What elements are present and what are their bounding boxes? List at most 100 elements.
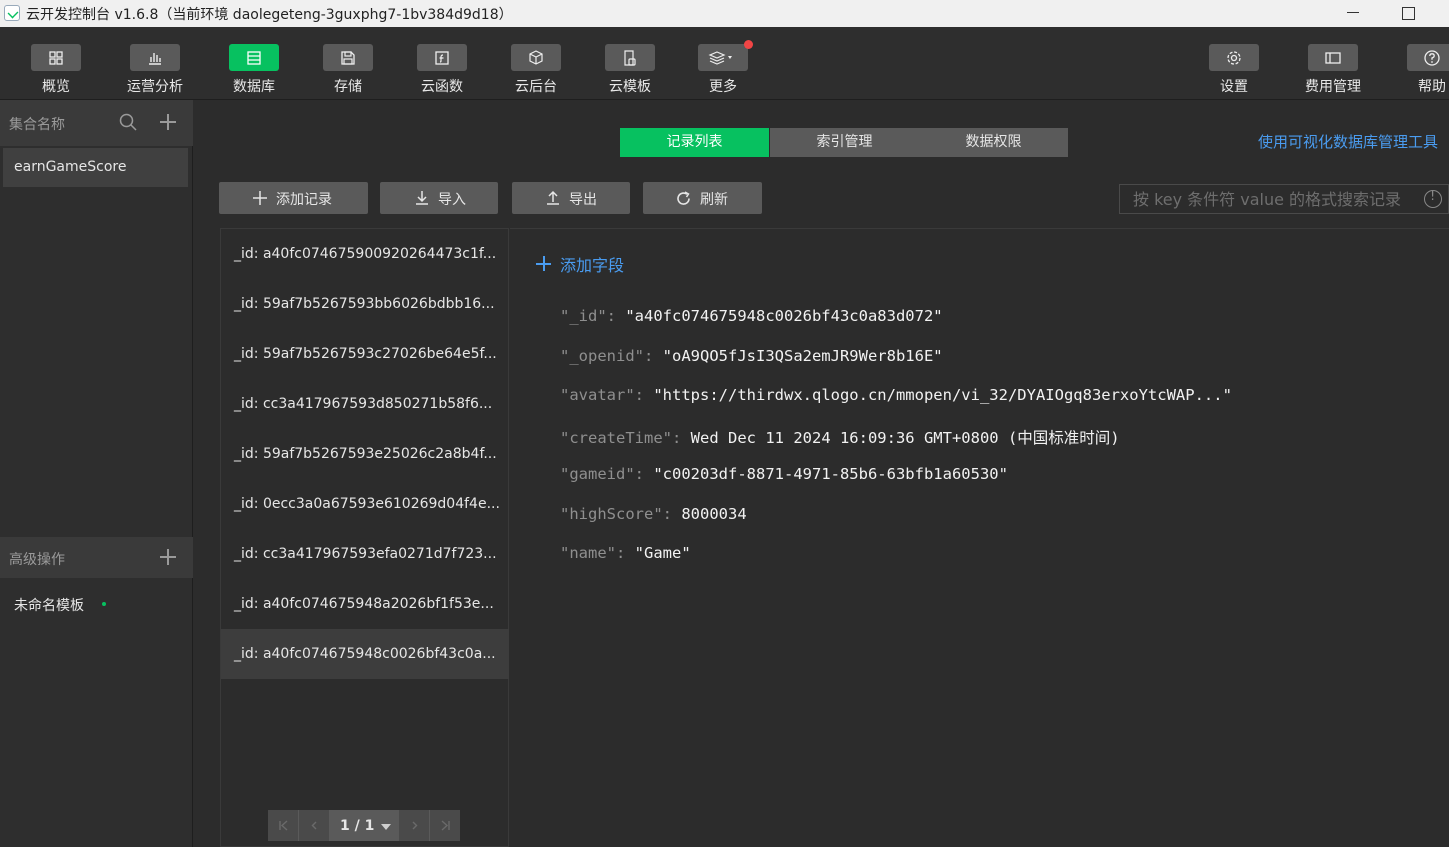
add-template-icon[interactable]: [158, 547, 178, 567]
field-row[interactable]: "_id": "a40fc074675948c0026bf43c0a83d072…: [560, 307, 943, 325]
refresh-icon: [677, 191, 690, 205]
record-item[interactable]: _id: cc3a417967593efa0271d7f723...: [221, 529, 509, 579]
template-item[interactable]: 未命名模板: [3, 584, 188, 623]
tab-permissions[interactable]: 数据权限: [919, 128, 1068, 157]
visual-db-tool-link[interactable]: 使用可视化数据库管理工具: [1258, 131, 1438, 152]
layers-icon: [708, 51, 732, 65]
field-key: "gameid":: [560, 465, 644, 483]
advanced-header-label: 高级操作: [9, 552, 65, 568]
window-titlebar: 云开发控制台 v1.6.8（当前环境 daolegeteng-3guxphg7-…: [0, 0, 1449, 27]
refresh-label: 刷新: [700, 192, 728, 208]
field-row[interactable]: "gameid": "c00203df-8871-4971-85b6-63bfb…: [560, 465, 1008, 483]
toolbar-label: 帮助: [1418, 79, 1446, 95]
import-button[interactable]: 导入: [380, 182, 498, 214]
toolbar-label: 数据库: [233, 79, 275, 95]
main-toolbar: 概览 运营分析 数据库 存储 云函数 云后台 云模板 更多 设置 费用管理 帮助: [0, 27, 1449, 100]
field-value: "a40fc074675948c0026bf43c0a83d072": [625, 307, 943, 325]
toolbar-label: 费用管理: [1305, 79, 1361, 95]
record-item[interactable]: _id: a40fc074675900920264473c1f...: [221, 229, 509, 279]
last-page-button[interactable]: [430, 810, 460, 841]
minimize-button[interactable]: [1330, 0, 1376, 27]
last-page-icon: [441, 820, 450, 831]
field-key: "_openid":: [560, 347, 654, 365]
toolbar-analytics-button[interactable]: 运营分析: [115, 42, 195, 98]
toolbar-label: 概览: [42, 79, 70, 95]
record-search-box: [1119, 184, 1449, 214]
toolbar-more-button[interactable]: 更多: [683, 40, 763, 98]
field-row[interactable]: "createTime": Wed Dec 11 2024 16:09:36 G…: [560, 426, 1120, 448]
collection-item[interactable]: earnGameScore: [3, 148, 188, 187]
toolbar-label: 云模板: [609, 79, 651, 95]
toolbar-settings-button[interactable]: 设置: [1194, 42, 1274, 98]
toolbar-functions-button[interactable]: 云函数: [402, 42, 482, 98]
gear-icon: [1227, 51, 1241, 65]
tab-records[interactable]: 记录列表: [620, 128, 769, 157]
field-row[interactable]: "_openid": "oA9QO5fJsI3QSa2emJR9Wer8b16E…: [560, 347, 943, 365]
record-item-id: _id: 59af7b5267593c27026be64e5f...: [234, 346, 497, 362]
toolbar-label: 存储: [334, 79, 362, 95]
tab-index[interactable]: 索引管理: [770, 128, 919, 157]
chevron-right-icon: [412, 821, 418, 830]
status-dot: [102, 602, 106, 606]
search-icon[interactable]: [118, 112, 138, 132]
collections-header-label: 集合名称: [9, 117, 65, 133]
toolbar-backend-button[interactable]: 云后台: [496, 42, 576, 98]
field-value: 8000034: [681, 505, 747, 523]
database-icon: [247, 51, 261, 65]
field-key: "name":: [560, 544, 626, 562]
field-key: "createTime":: [560, 429, 682, 447]
record-item[interactable]: _id: 59af7b5267593e25026c2a8b4f...: [221, 429, 509, 479]
next-page-button[interactable]: [399, 810, 429, 841]
field-value: "https://thirdwx.qlogo.cn/mmopen/vi_32/D…: [653, 386, 1232, 404]
import-label: 导入: [438, 192, 466, 208]
template-icon: [624, 50, 636, 66]
toolbar-overview-button[interactable]: 概览: [16, 42, 96, 98]
toolbar-templates-button[interactable]: 云模板: [590, 42, 670, 98]
toolbar-label: 云后台: [515, 79, 557, 95]
toolbar-storage-button[interactable]: 存储: [308, 42, 388, 98]
field-row[interactable]: "avatar": "https://thirdwx.qlogo.cn/mmop…: [560, 386, 1232, 404]
add-record-label: 添加记录: [276, 192, 332, 208]
advanced-header: 高级操作: [0, 537, 193, 578]
page-indicator: 1 / 1: [340, 818, 375, 834]
toolbar-database-button[interactable]: 数据库: [214, 42, 294, 98]
grid-icon: [49, 51, 63, 65]
record-list: _id: a40fc074675900920264473c1f... _id: …: [220, 228, 509, 847]
record-item-id: _id: a40fc074675948a2026bf1f53e...: [234, 596, 494, 612]
record-item[interactable]: _id: 0ecc3a0a67593e610269d04f4e...: [221, 479, 509, 529]
pagination: 1 / 1: [268, 810, 460, 841]
record-item[interactable]: _id: a40fc074675948a2026bf1f53e...: [221, 579, 509, 629]
collection-item-label: earnGameScore: [14, 159, 127, 175]
maximize-button[interactable]: [1385, 0, 1431, 27]
record-item[interactable]: _id: cc3a417967593d850271b58f6...: [221, 379, 509, 429]
toolbar-label: 运营分析: [127, 79, 183, 95]
toolbar-billing-button[interactable]: 费用管理: [1293, 42, 1373, 98]
download-icon: [416, 191, 428, 205]
toolbar-label: 云函数: [421, 79, 463, 95]
add-record-button[interactable]: 添加记录: [219, 182, 368, 214]
prev-page-button[interactable]: [299, 810, 329, 841]
chevron-down-icon[interactable]: [381, 824, 391, 830]
info-icon[interactable]: [1424, 189, 1442, 208]
plus-icon: [253, 191, 267, 205]
export-button[interactable]: 导出: [512, 182, 630, 214]
field-row[interactable]: "name": "Game": [560, 544, 691, 562]
refresh-button[interactable]: 刷新: [643, 182, 762, 214]
record-item-id: _id: 0ecc3a0a67593e610269d04f4e...: [234, 496, 500, 512]
billing-icon: [1325, 52, 1341, 64]
chevron-left-icon: [311, 821, 317, 830]
export-label: 导出: [569, 192, 597, 208]
toolbar-help-button[interactable]: 帮助: [1392, 42, 1449, 98]
record-search-input[interactable]: [1120, 185, 1410, 213]
record-item-id: _id: a40fc074675900920264473c1f...: [234, 246, 497, 262]
cube-icon: [529, 50, 543, 65]
field-row[interactable]: "highScore": 8000034: [560, 505, 747, 523]
view-tabs: 记录列表 索引管理 数据权限: [620, 128, 1068, 157]
record-item-selected[interactable]: _id: a40fc074675948c0026bf43c0a...: [221, 629, 509, 679]
record-item[interactable]: _id: 59af7b5267593c27026be64e5f...: [221, 329, 509, 379]
first-page-icon: [279, 820, 288, 831]
add-collection-icon[interactable]: [158, 112, 178, 132]
app-logo-icon: [4, 5, 20, 21]
record-item[interactable]: _id: 59af7b5267593bb6026bdbb16...: [221, 279, 509, 329]
first-page-button[interactable]: [268, 810, 298, 841]
